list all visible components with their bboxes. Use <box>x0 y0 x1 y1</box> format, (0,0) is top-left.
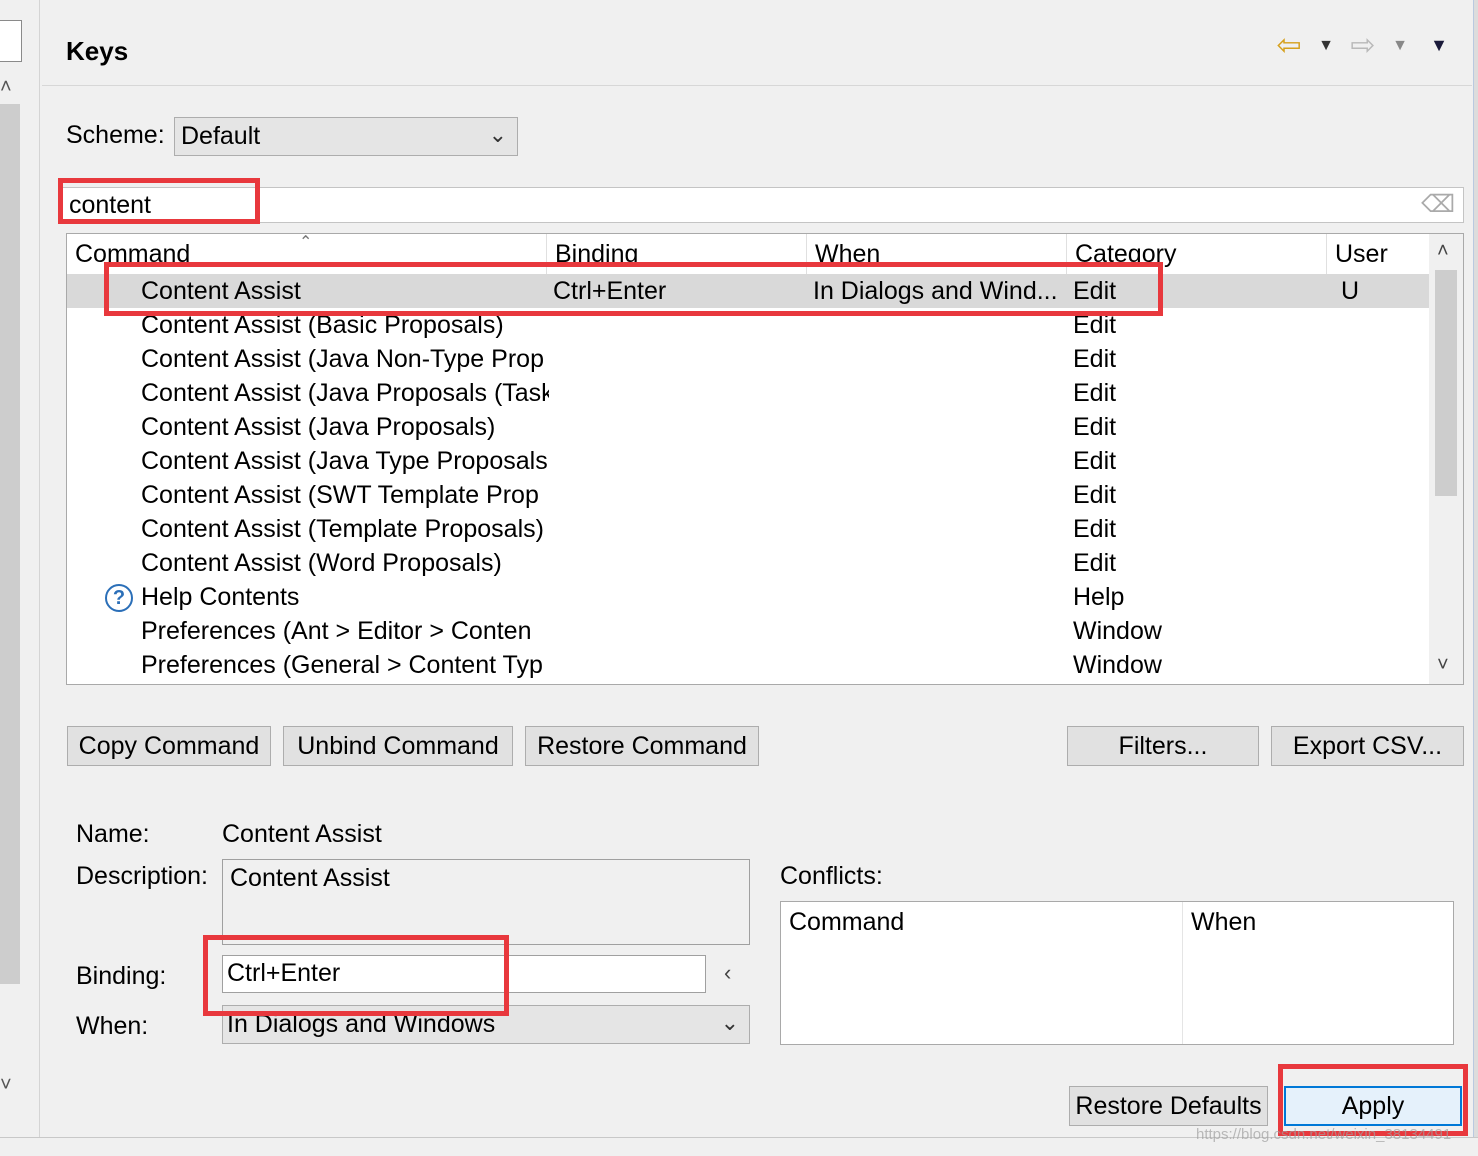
row-command: Content Assist (Java Type Proposals <box>141 447 548 475</box>
row-command: Content Assist (Java Proposals) <box>141 413 496 441</box>
unbind-command-button[interactable]: Unbind Command <box>283 726 513 766</box>
name-label: Name: <box>76 820 150 848</box>
scheme-value: Default <box>181 122 261 150</box>
forward-arrow-icon[interactable]: ⇨ <box>1346 28 1380 63</box>
table-row[interactable]: Content Assist (Word Proposals) Edit <box>67 546 1429 580</box>
name-value: Content Assist <box>222 820 382 848</box>
left-panel-strip: ˄ ˅ <box>0 0 40 1137</box>
table-row[interactable]: Preferences (Ant > Editor > Conten Windo… <box>67 614 1429 648</box>
table-rows: Content Assist Ctrl+Enter In Dialogs and… <box>67 274 1429 682</box>
table-scrollbar[interactable]: ˄ ˅ <box>1429 234 1463 684</box>
preferences-header: Keys ⇦ ▼ ⇨ ▼ ▼ <box>42 10 1472 86</box>
back-arrow-icon[interactable]: ⇦ <box>1272 28 1306 63</box>
scheme-label: Scheme: <box>66 121 165 149</box>
highlight-filter <box>58 178 260 224</box>
column-header-user[interactable]: User <box>1327 234 1429 274</box>
window-right-border <box>1473 0 1478 1156</box>
row-category: Edit <box>1073 481 1117 509</box>
row-category: Window <box>1073 651 1162 679</box>
forward-dropdown-icon[interactable]: ▼ <box>1390 37 1410 55</box>
row-category: Edit <box>1073 515 1117 543</box>
highlight-selected-row <box>104 262 1163 316</box>
table-row[interactable]: Preferences (General > Content Typ Windo… <box>67 648 1429 682</box>
row-category: Edit <box>1073 549 1117 577</box>
description-value: Content Assist <box>230 864 390 892</box>
table-row[interactable]: ? Help Contents Help <box>67 580 1429 614</box>
sort-ascending-icon: ⌃ <box>299 234 313 251</box>
left-scrollbar-thumb[interactable] <box>0 104 20 984</box>
scroll-up-icon[interactable]: ˄ <box>1437 240 1449 263</box>
left-scroll-up-icon[interactable]: ˄ <box>0 76 14 98</box>
row-category: Help <box>1073 583 1125 611</box>
row-command: Preferences (Ant > Editor > Conten <box>141 617 532 645</box>
help-icon: ? <box>105 584 133 612</box>
row-command: Content Assist (SWT Template Prop <box>141 481 539 509</box>
scroll-down-icon[interactable]: ˅ <box>1437 654 1449 677</box>
conflicts-table: Command When <box>780 901 1454 1045</box>
left-scroll-down-icon[interactable]: ˅ <box>0 1074 14 1096</box>
scheme-select[interactable]: Default ⌄ <box>174 117 518 156</box>
row-command: Content Assist (Template Proposals) <box>141 515 544 543</box>
restore-command-button[interactable]: Restore Command <box>525 726 759 766</box>
conflicts-label: Conflicts: <box>780 862 883 890</box>
row-command: Content Assist (Word Proposals) <box>141 549 502 577</box>
row-command: Content Assist (Java Non-Type Prop <box>141 345 544 373</box>
binding-label: Binding: <box>76 962 167 990</box>
description-field: Content Assist <box>222 859 750 945</box>
binding-menu-chevron-icon[interactable]: ‹ <box>724 960 731 986</box>
row-category: Edit <box>1073 413 1117 441</box>
row-user: U <box>1341 277 1360 305</box>
table-scrollbar-thumb[interactable] <box>1435 270 1457 496</box>
chevron-down-icon: ⌄ <box>488 122 507 147</box>
conflicts-column-when[interactable]: When <box>1183 902 1453 1044</box>
table-row[interactable]: Content Assist (Template Proposals) Edit <box>67 512 1429 546</box>
when-label: When: <box>76 1012 149 1040</box>
export-csv-button[interactable]: Export CSV... <box>1271 726 1464 766</box>
restore-defaults-button[interactable]: Restore Defaults <box>1069 1086 1268 1126</box>
filter-field[interactable]: ⌫ <box>62 187 1464 223</box>
page-title: Keys <box>66 36 129 66</box>
nav-controls: ⇦ ▼ ⇨ ▼ ▼ <box>1272 28 1452 63</box>
row-command: Preferences (General > Content Typ <box>141 651 543 679</box>
row-category: Edit <box>1073 379 1117 407</box>
table-row[interactable]: Content Assist (Java Proposals (Task Edi… <box>67 376 1429 410</box>
back-dropdown-icon[interactable]: ▼ <box>1316 37 1336 55</box>
row-command: Content Assist (Java Proposals (Task <box>141 379 549 407</box>
row-category: Edit <box>1073 345 1117 373</box>
clear-filter-icon[interactable]: ⌫ <box>1421 190 1455 219</box>
view-menu-icon[interactable]: ▼ <box>1426 35 1452 56</box>
table-row[interactable]: Content Assist (SWT Template Prop Edit <box>67 478 1429 512</box>
conflicts-column-command[interactable]: Command <box>781 902 1183 1044</box>
watermark: https://blog.csdn.net/weixin_38134491 <box>1196 1126 1452 1143</box>
chevron-down-icon: ⌄ <box>720 1010 739 1035</box>
filters-button[interactable]: Filters... <box>1067 726 1259 766</box>
row-category: Window <box>1073 617 1162 645</box>
highlight-binding <box>203 935 509 1016</box>
table-row[interactable]: Content Assist (Java Non-Type Prop Edit <box>67 342 1429 376</box>
filter-input[interactable] <box>69 190 1369 220</box>
left-panel-input-stub[interactable] <box>0 20 22 62</box>
table-row[interactable]: Content Assist (Java Proposals) Edit <box>67 410 1429 444</box>
row-command: Help Contents <box>141 583 300 611</box>
copy-command-button[interactable]: Copy Command <box>67 726 271 766</box>
row-category: Edit <box>1073 447 1117 475</box>
description-label: Description: <box>76 862 208 890</box>
table-row[interactable]: Content Assist (Java Type Proposals Edit <box>67 444 1429 478</box>
